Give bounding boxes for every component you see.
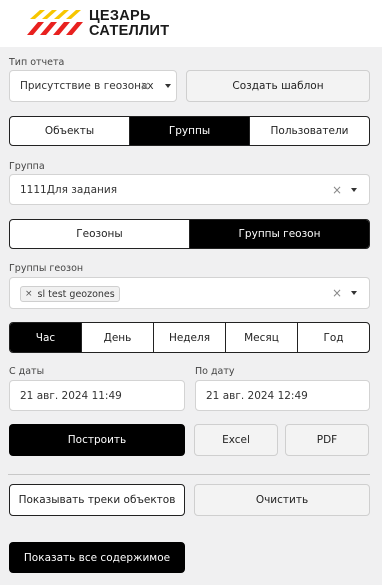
tab-day[interactable]: День (81, 323, 153, 352)
pdf-button[interactable]: PDF (285, 424, 369, 456)
excel-button[interactable]: Excel (194, 424, 278, 456)
chevron-down-icon[interactable] (351, 187, 357, 192)
tab-week[interactable]: Неделя (153, 323, 225, 352)
close-icon[interactable]: × (332, 286, 342, 300)
logo-line-2: САТЕЛЛИТ (89, 23, 170, 39)
report-type-label: Тип отчета (9, 57, 65, 68)
tab-hour[interactable]: Час (10, 323, 81, 352)
tab-geozones[interactable]: Геозоны (10, 220, 189, 248)
show-all-button[interactable]: Показать все содержимое (9, 542, 185, 573)
close-icon[interactable]: × (332, 183, 342, 197)
clear-button[interactable]: Очистить (194, 484, 370, 516)
build-button[interactable]: Построить (9, 424, 185, 456)
report-type-value: Присутствие в геозонах (20, 80, 154, 92)
date-from-input[interactable]: 21 авг. 2024 11:49 (9, 380, 185, 411)
period-tabs: Час День Неделя Месяц Год (9, 322, 370, 353)
date-to-input[interactable]: 21 авг. 2024 12:49 (195, 380, 370, 411)
tab-groups[interactable]: Группы (129, 117, 249, 145)
close-icon[interactable]: × (25, 289, 33, 299)
app-header: ЦЕЗАРЬ САТЕЛЛИТ (0, 0, 382, 47)
report-type-select[interactable]: Присутствие в геозонах × (9, 70, 177, 102)
create-template-button[interactable]: Создать шаблон (186, 70, 370, 102)
geozone-chip-label: sl test geozones (37, 288, 115, 300)
show-tracks-button[interactable]: Показывать треки объектов (9, 484, 185, 516)
cesar-logo-icon (27, 10, 83, 35)
group-select[interactable]: 1111Для задания × (9, 174, 370, 205)
tab-objects[interactable]: Объекты (10, 117, 129, 145)
logo-text: ЦЕЗАРЬ САТЕЛЛИТ (89, 9, 169, 39)
divider (8, 474, 370, 475)
group-value: 1111Для задания (20, 183, 118, 196)
geozone-chip: × sl test geozones (20, 286, 120, 302)
geozone-groups-label: Группы геозон (9, 263, 84, 274)
chevron-down-icon[interactable] (165, 84, 171, 88)
logo-line-1: ЦЕЗАРЬ (89, 8, 151, 24)
entity-tabs: Объекты Группы Пользователи (9, 116, 370, 146)
close-icon[interactable]: × (140, 79, 150, 93)
zone-tabs: Геозоны Группы геозон (9, 219, 370, 249)
tab-geozone-groups[interactable]: Группы геозон (189, 220, 369, 248)
date-to-label: По дату (195, 366, 235, 377)
tab-users[interactable]: Пользователи (249, 117, 369, 145)
geozone-groups-select[interactable]: × sl test geozones × (9, 277, 370, 309)
group-label: Группа (9, 161, 45, 172)
tab-year[interactable]: Год (297, 323, 369, 352)
chevron-down-icon[interactable] (351, 291, 357, 295)
tab-month[interactable]: Месяц (225, 323, 297, 352)
date-from-label: С даты (9, 366, 45, 377)
